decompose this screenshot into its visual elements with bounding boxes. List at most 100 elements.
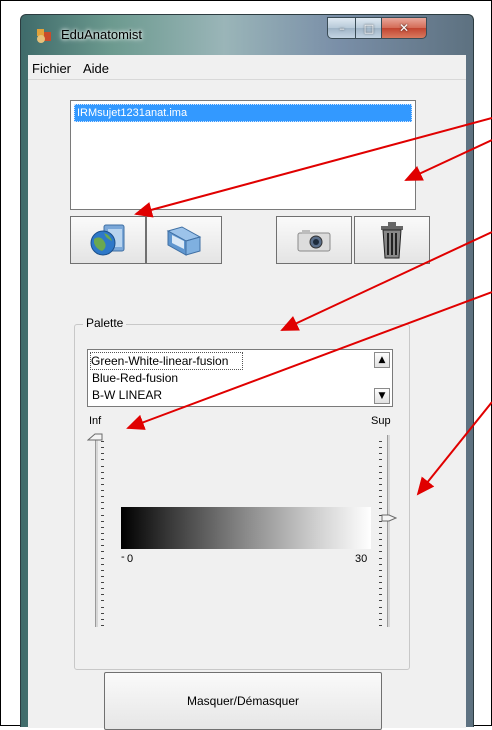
- slider-tick: [101, 625, 104, 626]
- slider-tick: [101, 545, 104, 546]
- slider-tick: [101, 551, 104, 552]
- slider-tick: [101, 453, 104, 454]
- slider-tick: [379, 441, 382, 442]
- slider-tick: [101, 527, 104, 528]
- slider-tick: [379, 582, 382, 583]
- scroll-down-icon[interactable]: ▼: [374, 388, 390, 404]
- minimize-button[interactable]: –: [327, 17, 357, 39]
- slider-tick: [101, 613, 104, 614]
- delete-button[interactable]: [354, 216, 430, 264]
- slider-tick: [101, 588, 104, 589]
- slider-tick: [101, 478, 104, 479]
- slider-tick: [379, 551, 382, 552]
- slider-tick: [379, 539, 382, 540]
- palette-group: Palette Green-White-linear-fusion Blue-R…: [74, 316, 410, 670]
- close-icon: ✕: [398, 21, 410, 35]
- slider-tick: [379, 484, 382, 485]
- slider-tick: [379, 478, 382, 479]
- slider-tick: [101, 533, 104, 534]
- globe-folder-icon: [90, 224, 125, 256]
- objects-listbox[interactable]: IRMsujet1231anat.ima: [70, 100, 416, 210]
- palette-listbox[interactable]: Green-White-linear-fusion Blue-Red-fusio…: [87, 349, 393, 407]
- slider-tick: [101, 521, 104, 522]
- slider-tick: [101, 508, 104, 509]
- slider-tick: [101, 459, 104, 460]
- slider-tick: [379, 545, 382, 546]
- slider-tick: [101, 600, 104, 601]
- slider-tick: [379, 607, 382, 608]
- close-button[interactable]: ✕: [381, 17, 427, 39]
- slider-tick: [379, 453, 382, 454]
- slider-tick: [101, 484, 104, 485]
- slider-tick: [101, 570, 104, 571]
- maximize-button[interactable]: □: [355, 17, 383, 39]
- slider-tick: [101, 441, 104, 442]
- slider-tick: [379, 564, 382, 565]
- scroll-up-icon[interactable]: ▲: [374, 352, 390, 368]
- slider-tick: [101, 466, 104, 467]
- main-panel: IRMsujet1231anat.ima Palette Green-White…: [28, 79, 466, 730]
- slider-tick: [101, 558, 104, 559]
- slider-tick: [379, 466, 382, 467]
- slider-tick: [379, 472, 382, 473]
- palette-scrollbar[interactable]: ▲ ▼: [374, 352, 390, 404]
- sup-label: Sup: [371, 415, 391, 427]
- slider-tick: [101, 472, 104, 473]
- slider-tick: [379, 570, 382, 571]
- gradient-min-label: 0: [127, 553, 134, 565]
- client-area: Fichier Aide IRMsujet1231anat.ima Palett…: [28, 55, 466, 730]
- menu-aide[interactable]: Aide: [83, 61, 109, 76]
- slider-tick: [101, 619, 104, 620]
- palette-group-label: Palette: [83, 316, 127, 330]
- slider-tick: [379, 527, 382, 528]
- slider-tick: [379, 508, 382, 509]
- palette-item-blue-red[interactable]: Blue-Red-fusion: [92, 370, 178, 386]
- slider-tick: [101, 515, 104, 516]
- slider-tick: [101, 447, 104, 448]
- slider-tick: [101, 564, 104, 565]
- trash-icon: [381, 222, 403, 259]
- slider-tick: [379, 594, 382, 595]
- app-icon: [37, 29, 51, 43]
- slider-tick: [379, 502, 382, 503]
- slider-tick: [379, 496, 382, 497]
- camera-icon: [297, 230, 331, 252]
- slider-tick: [101, 594, 104, 595]
- slider-tick: [379, 619, 382, 620]
- inf-slider-thumb[interactable]: [87, 433, 103, 441]
- slider-tick: [101, 607, 104, 608]
- slider-tick: [101, 582, 104, 583]
- load-button[interactable]: [70, 216, 146, 264]
- app-window: EduAnatomist – □ ✕ Fichier Aide IRMsujet…: [20, 14, 474, 730]
- palette-item-bw-linear[interactable]: B-W LINEAR: [92, 387, 162, 403]
- title-bar[interactable]: EduAnatomist – □ ✕: [21, 15, 473, 55]
- slider-tick: [379, 533, 382, 534]
- list-item[interactable]: IRMsujet1231anat.ima: [74, 104, 412, 122]
- menu-fichier[interactable]: Fichier: [32, 61, 71, 76]
- inf-slider-ticks: [101, 441, 105, 626]
- slider-tick: [379, 625, 382, 626]
- slider-tick: [101, 539, 104, 540]
- gradient-max-label: 30: [355, 553, 368, 565]
- slider-tick: [101, 496, 104, 497]
- slider-tick: [101, 576, 104, 577]
- sup-slider-thumb[interactable]: [381, 514, 397, 522]
- minimize-icon: –: [339, 21, 345, 35]
- slider-tick: [379, 490, 382, 491]
- screenshot-button[interactable]: [276, 216, 352, 264]
- slider-tick: [379, 600, 382, 601]
- slider-tick: [379, 613, 382, 614]
- slider-tick: [101, 490, 104, 491]
- slider-tick: [379, 447, 382, 448]
- mask-unmask-button[interactable]: Masquer/Démasquer: [104, 672, 382, 730]
- palette-item-green-white[interactable]: Green-White-linear-fusion: [90, 352, 244, 370]
- menu-bar: Fichier Aide: [28, 55, 466, 77]
- sup-slider-ticks: [379, 441, 383, 626]
- slider-tick: [379, 558, 382, 559]
- maximize-icon: □: [363, 21, 375, 35]
- inf-slider-track[interactable]: [95, 435, 98, 627]
- browse-button[interactable]: [146, 216, 222, 264]
- slider-tick: [101, 502, 104, 503]
- inf-label: Inf: [89, 415, 102, 427]
- sup-slider-track[interactable]: [387, 435, 390, 627]
